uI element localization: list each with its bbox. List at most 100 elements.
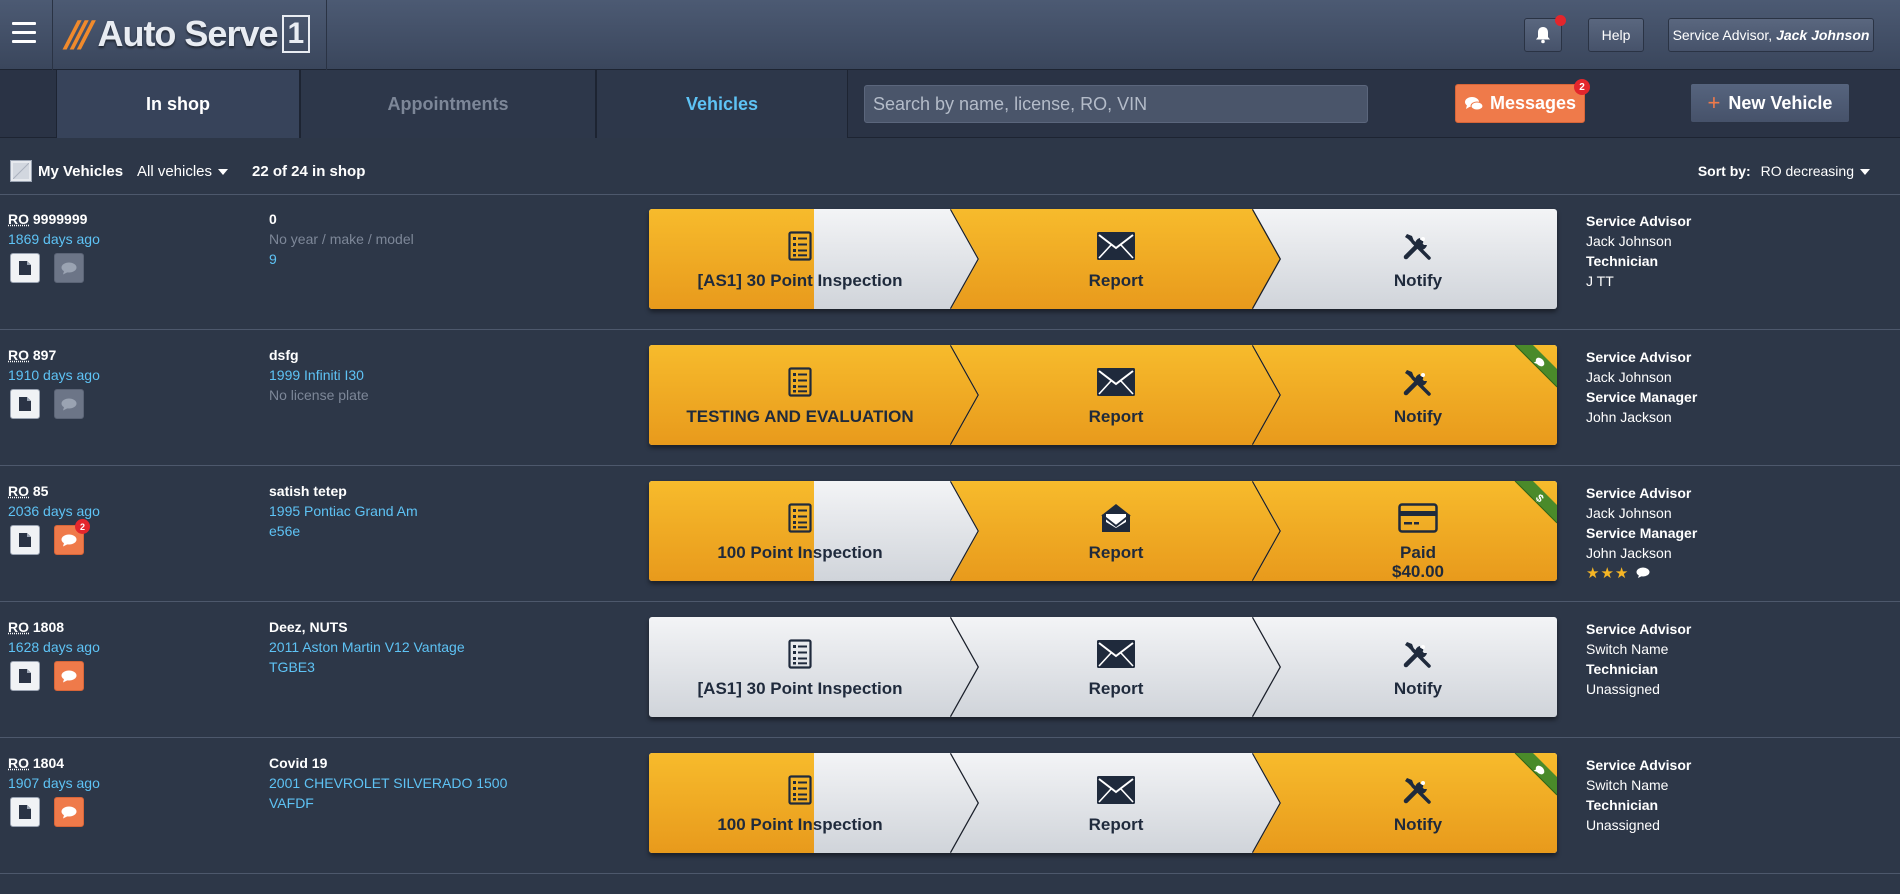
plus-icon: + (1707, 90, 1721, 115)
document-button[interactable] (10, 661, 40, 691)
step-label: TESTING AND EVALUATION (686, 407, 914, 426)
chat-bubbles-icon (1464, 96, 1484, 110)
row-separator (0, 737, 1900, 738)
staff-name: Unassigned (1586, 817, 1660, 833)
tools-icon (1402, 637, 1434, 671)
app-logo[interactable]: /// Auto Serve 1 (66, 13, 311, 55)
workflow-steps: [AS1] 30 Point Inspection Report Notify (649, 617, 1557, 717)
step-label: Notify (1393, 271, 1443, 290)
document-button[interactable] (10, 253, 40, 283)
staff-info: Service Advisor Jack Johnson Service Mana… (1586, 483, 1697, 584)
license-plate[interactable]: No license plate (269, 387, 369, 403)
search-input[interactable] (864, 85, 1368, 123)
step-label: 100 Point Inspection (717, 815, 883, 834)
tab-in-shop[interactable]: In shop (56, 70, 300, 138)
vehicle-row[interactable]: RO 1808 1628 days ago Deez, NUTS 2011 As… (0, 603, 1900, 739)
chat-button[interactable] (54, 797, 84, 827)
license-plate[interactable]: VAFDF (269, 795, 314, 811)
step-2[interactable]: Report (965, 345, 1267, 445)
document-button[interactable] (10, 389, 40, 419)
tab-vehicles[interactable]: Vehicles (596, 70, 848, 138)
staff-role: Technician (1586, 661, 1659, 677)
days-ago: 1869 days ago (8, 231, 100, 247)
chat-button[interactable] (54, 253, 84, 283)
customer-name[interactable]: dsfg (269, 347, 299, 363)
hamburger-menu-icon[interactable] (12, 22, 36, 44)
workflow-steps: 100 Point Inspection Report Notify (649, 753, 1557, 853)
checklist-icon (788, 365, 812, 399)
notification-dot (1555, 15, 1566, 26)
days-ago: 1628 days ago (8, 639, 100, 655)
step-label: 100 Point Inspection (717, 543, 883, 562)
document-button[interactable] (10, 797, 40, 827)
sort-control: Sort by: RO decreasing (1698, 163, 1870, 179)
step-3[interactable]: Notify (1267, 617, 1557, 717)
user-menu-button[interactable]: Service Advisor, Jack Johnson (1668, 18, 1874, 52)
bell-icon (1536, 27, 1550, 44)
step-2[interactable]: Report (965, 209, 1267, 309)
staff-role: Service Manager (1586, 389, 1698, 405)
step-label: Report (1088, 679, 1144, 698)
vehicle-description[interactable]: No year / make / model (269, 231, 414, 247)
customer-name[interactable]: satish tetep (269, 483, 347, 499)
vehicle-description[interactable]: 2001 CHEVROLET SILVERADO 1500 (269, 775, 507, 791)
tools-icon (1402, 365, 1434, 399)
vehicle-description[interactable]: 1995 Pontiac Grand Am (269, 503, 418, 519)
checklist-icon (788, 229, 812, 263)
step-3[interactable]: Notify (1267, 209, 1557, 309)
vehicle-description[interactable]: 1999 Infiniti I30 (269, 367, 364, 383)
step-1[interactable]: [AS1] 30 Point Inspection (649, 617, 951, 717)
help-button[interactable]: Help (1588, 18, 1644, 52)
chat-button[interactable] (54, 389, 84, 419)
checklist-icon (788, 501, 812, 535)
vehicle-description[interactable]: 2011 Aston Martin V12 Vantage (269, 639, 465, 655)
repair-order-number[interactable]: RO 1804 (8, 755, 64, 771)
envelope-icon (1096, 365, 1136, 399)
vehicle-filter-dropdown[interactable]: All vehicles (137, 163, 229, 180)
chat-icon (61, 398, 77, 411)
vehicle-row[interactable]: RO 9999999 1869 days ago 0 No year / mak… (0, 195, 1900, 331)
messages-label: Messages (1489, 93, 1577, 113)
document-icon (19, 669, 31, 683)
customer-name[interactable]: 0 (269, 211, 277, 227)
license-plate[interactable]: e56e (269, 523, 300, 539)
repair-order-number[interactable]: RO 85 (8, 483, 48, 499)
chat-button[interactable] (54, 661, 84, 691)
divider (326, 0, 327, 70)
tools-icon (1402, 229, 1434, 263)
step-1[interactable]: TESTING AND EVALUATION (649, 345, 951, 445)
step-2[interactable]: Report (965, 481, 1267, 581)
vehicle-row[interactable]: RO 897 1910 days ago dsfg 1999 Infiniti … (0, 331, 1900, 467)
top-bar: /// Auto Serve 1 Help Service Advisor, J… (0, 0, 1900, 70)
repair-order-number[interactable]: RO 9999999 (8, 211, 87, 227)
step-2[interactable]: Report (965, 617, 1267, 717)
license-plate[interactable]: 9 (269, 251, 277, 267)
customer-name[interactable]: Deez, NUTS (269, 619, 348, 635)
sort-value: RO decreasing (1760, 163, 1854, 179)
step-1[interactable]: 100 Point Inspection (649, 753, 951, 853)
new-vehicle-button[interactable]: + New Vehicle (1690, 83, 1850, 123)
chat-icon (61, 670, 77, 683)
credit-card-icon (1398, 501, 1438, 535)
my-vehicles-checkbox[interactable] (10, 160, 32, 182)
comment-icon[interactable] (1636, 567, 1650, 579)
license-plate[interactable]: TGBE3 (269, 659, 315, 675)
rating: ★★★ (1586, 563, 1697, 584)
user-name: Jack Johnson (1776, 27, 1870, 43)
document-icon (19, 533, 31, 547)
step-1[interactable]: 100 Point Inspection (649, 481, 951, 581)
messages-button[interactable]: Messages (1455, 84, 1585, 123)
step-1[interactable]: [AS1] 30 Point Inspection (649, 209, 951, 309)
checklist-icon (788, 637, 812, 671)
repair-order-number[interactable]: RO 1808 (8, 619, 64, 635)
vehicle-row[interactable]: RO 85 2036 days ago 2 satish tetep 1995 … (0, 467, 1900, 603)
sort-dropdown[interactable]: RO decreasing (1761, 163, 1870, 179)
repair-order-number[interactable]: RO 897 (8, 347, 56, 363)
staff-info: Service Advisor Switch Name Technician Un… (1586, 619, 1691, 699)
customer-name[interactable]: Covid 19 (269, 755, 327, 771)
document-button[interactable] (10, 525, 40, 555)
step-label: Notify (1393, 815, 1443, 834)
tab-appointments[interactable]: Appointments (300, 70, 596, 138)
step-2[interactable]: Report (965, 753, 1267, 853)
vehicle-row[interactable]: RO 1804 1907 days ago Covid 19 2001 CHEV… (0, 739, 1900, 875)
